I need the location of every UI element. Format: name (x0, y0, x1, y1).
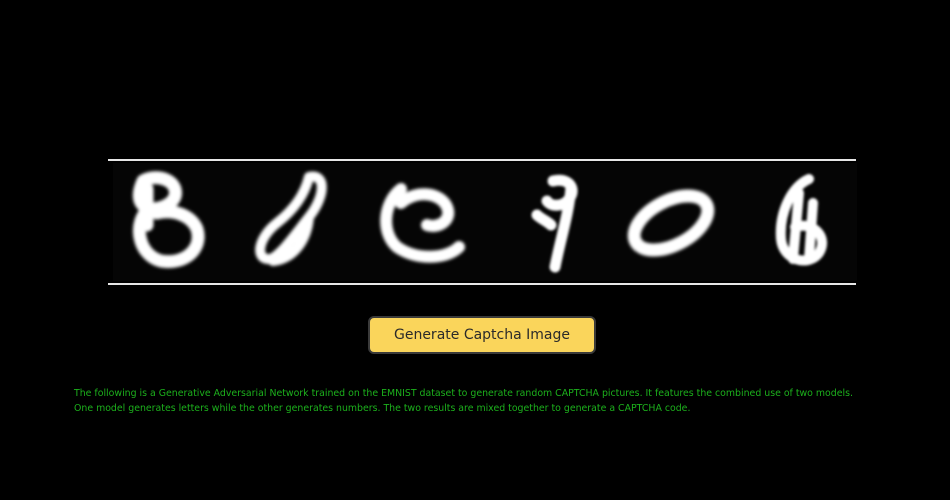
captcha-generator-page: Generate Captcha Image The following is … (0, 0, 950, 500)
captcha-glyph-6 (775, 174, 827, 266)
captcha-char-1 (113, 163, 237, 281)
top-divider (108, 159, 856, 161)
captcha-char-6 (733, 163, 857, 281)
captcha-char-2 (237, 163, 361, 281)
captcha-char-3 (361, 163, 485, 281)
captcha-glyph-5 (627, 189, 715, 257)
captcha-char-5 (609, 163, 733, 281)
description-text: The following is a Generative Adversaria… (74, 388, 853, 414)
captcha-glyph-2 (255, 171, 327, 266)
captcha-glyph-1 (132, 171, 205, 269)
bottom-divider (108, 283, 856, 285)
captcha-image (113, 163, 857, 281)
generate-captcha-button[interactable]: Generate Captcha Image (368, 316, 596, 354)
captcha-glyph-3 (380, 183, 465, 263)
captcha-glyph-4 (531, 174, 578, 273)
captcha-char-4 (485, 163, 609, 281)
